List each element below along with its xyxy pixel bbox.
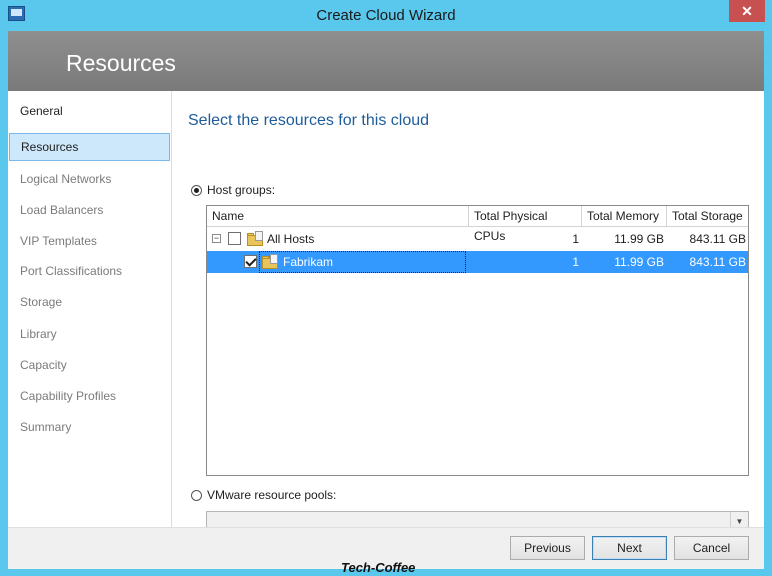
- next-button[interactable]: Next: [592, 536, 667, 560]
- nav-item-summary: Summary: [20, 420, 72, 434]
- row-name: All Hosts: [267, 232, 315, 246]
- row-cpus: 1: [572, 232, 579, 246]
- host-groups-grid[interactable]: Name Total Physical CPUs Total Memory To…: [206, 205, 749, 476]
- nav-item-resources[interactable]: Resources: [9, 133, 170, 161]
- window-title: Create Cloud Wizard: [316, 7, 456, 24]
- row-name: Fabrikam: [283, 255, 334, 269]
- host-groups-radio[interactable]: [191, 185, 202, 196]
- table-row[interactable]: Fabrikam 1 11.99 GB 843.11 GB: [207, 251, 748, 273]
- nav-item-capability-profiles: Capability Profiles: [20, 389, 117, 403]
- nav-item-vip-templates: VIP Templates: [20, 234, 97, 248]
- nav-item-library: Library: [20, 327, 57, 341]
- wizard-steps-nav: General Resources Logical Networks Load …: [8, 91, 172, 527]
- close-button[interactable]: ✕: [729, 0, 765, 22]
- section-heading: Select the resources for this cloud: [188, 112, 430, 129]
- row-storage: 843.11 GB: [689, 255, 746, 269]
- wizard-client: Resources General Resources Logical Netw…: [8, 31, 764, 569]
- nav-item-capacity: Capacity: [20, 358, 67, 372]
- watermark-text: Tech-Coffee: [341, 560, 416, 575]
- fabrikam-checkbox[interactable]: [244, 255, 257, 268]
- title-bar[interactable]: Create Cloud Wizard ✕: [0, 0, 772, 30]
- row-memory: 11.99 GB: [614, 255, 664, 269]
- column-header-memory[interactable]: Total Memory: [582, 206, 667, 227]
- nav-item-port-classifications: Port Classifications: [20, 264, 123, 278]
- all-hosts-checkbox[interactable]: [228, 232, 241, 245]
- host-groups-label[interactable]: Host groups:: [207, 183, 275, 197]
- vmware-pools-label[interactable]: VMware resource pools:: [207, 488, 336, 502]
- row-memory: 11.99 GB: [614, 232, 664, 246]
- nav-item-load-balancers: Load Balancers: [20, 203, 104, 217]
- row-storage: 843.11 GB: [689, 232, 746, 246]
- page-banner: Resources: [8, 31, 764, 91]
- vmware-pools-radio[interactable]: [191, 490, 202, 501]
- column-header-cpus[interactable]: Total Physical CPUs: [469, 206, 582, 243]
- table-row[interactable]: − All Hosts 1 11.99 GB 843.11 GB: [207, 228, 748, 250]
- page-title: Resources: [66, 50, 176, 76]
- column-header-storage[interactable]: Total Storage: [667, 206, 748, 227]
- column-header-name[interactable]: Name: [207, 206, 469, 227]
- grid-header: Name Total Physical CPUs Total Memory To…: [207, 206, 748, 243]
- previous-button[interactable]: Previous: [510, 536, 585, 560]
- wizard-window: Create Cloud Wizard ✕ Resources General …: [0, 0, 772, 576]
- nav-item-general[interactable]: General: [8, 97, 170, 125]
- nav-item-logical-networks: Logical Networks: [20, 172, 112, 186]
- collapse-icon[interactable]: −: [212, 234, 221, 243]
- page-content: Select the resources for this cloud Host…: [173, 91, 764, 532]
- host-group-folder-icon: [247, 231, 263, 246]
- row-cpus: 1: [572, 255, 579, 269]
- cancel-button[interactable]: Cancel: [674, 536, 749, 560]
- nav-item-storage: Storage: [20, 295, 63, 309]
